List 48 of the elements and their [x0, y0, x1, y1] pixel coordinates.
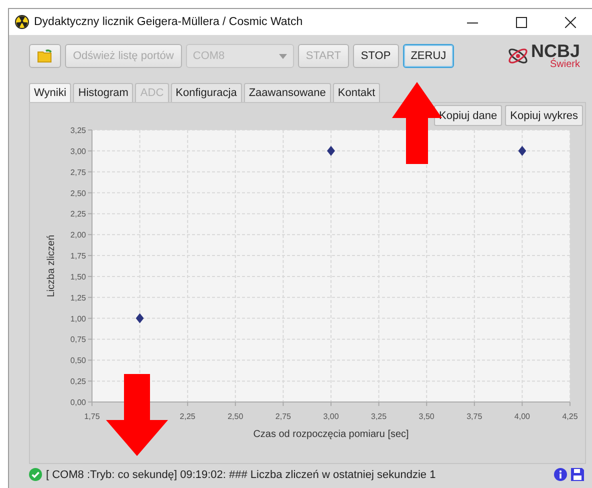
- tab[interactable]: Histogram: [73, 83, 134, 102]
- x-tick-label: 3,75: [466, 412, 482, 421]
- x-tick-label: 1,75: [84, 412, 100, 421]
- y-tick-label: 0,50: [70, 356, 86, 366]
- down-arrow-icon: [106, 374, 168, 456]
- y-tick-label: 1,25: [70, 293, 86, 302]
- y-tick-label: 3,25: [70, 126, 86, 135]
- y-tick-label: 3,00: [70, 146, 86, 156]
- folder-icon: [37, 49, 53, 63]
- maximize-icon[interactable]: [516, 16, 526, 28]
- y-tick-label: 1,50: [70, 272, 86, 282]
- x-tick-label: 2,75: [275, 412, 291, 421]
- x-tick-label: 4,25: [562, 412, 578, 421]
- copy-button[interactable]: Kopiuj dane: [434, 105, 502, 126]
- tab[interactable]: Konfiguracja: [170, 83, 242, 102]
- x-tick-label: 2,50: [228, 412, 244, 421]
- y-tick-label: 0,00: [70, 398, 86, 407]
- y-tick-label: 2,75: [70, 168, 86, 177]
- logo-subtitle: Świerk: [548, 60, 580, 70]
- y-tick-label: 0,25: [70, 377, 86, 386]
- y-tick-label: 2,00: [70, 230, 86, 240]
- tab[interactable]: Kontakt: [332, 83, 380, 102]
- x-tick-label: 3,50: [418, 412, 434, 421]
- x-axis-title: Czas od rozpoczęcia pomiaru [sec]: [253, 429, 409, 440]
- toolbar-button[interactable]: STOP: [352, 44, 399, 68]
- window-title: Dydaktyczny licznik Geigera-Müllera / Cosmic Watch: [34, 16, 304, 28]
- logo-name: NCBJ: [530, 42, 580, 60]
- check-icon: [29, 468, 42, 481]
- y-tick-label: 1,00: [70, 314, 86, 324]
- copy-button[interactable]: Kopiuj wykres: [505, 105, 583, 126]
- y-tick-label: 2,50: [70, 188, 86, 198]
- dropdown-caret-icon: [278, 54, 287, 58]
- x-tick-label: 4,00: [514, 412, 530, 421]
- tab[interactable]: Wyniki: [29, 83, 72, 102]
- x-tick-label: 2,25: [180, 412, 196, 421]
- status-message: [ COM8 :Tryb: co sekundę] 09:19:02: ### Liczba zliczeń w ostatniej sekundzie 1: [46, 468, 437, 480]
- save-icon[interactable]: [571, 468, 584, 481]
- x-tick-label: 3,25: [371, 412, 387, 421]
- y-tick-label: 0,75: [70, 335, 86, 344]
- close-icon[interactable]: [564, 16, 576, 28]
- radiation-icon: [15, 15, 29, 29]
- x-tick-label: 3,00: [323, 412, 339, 421]
- info-icon[interactable]: [554, 468, 567, 481]
- toolbar-button[interactable]: ZERUJ: [402, 44, 454, 68]
- y-tick-label: 2,25: [70, 210, 86, 219]
- tab[interactable]: Zaawansowane: [244, 83, 331, 102]
- y-axis-title: Liczba zliczeń: [46, 234, 57, 298]
- y-tick-label: 1,75: [70, 252, 86, 261]
